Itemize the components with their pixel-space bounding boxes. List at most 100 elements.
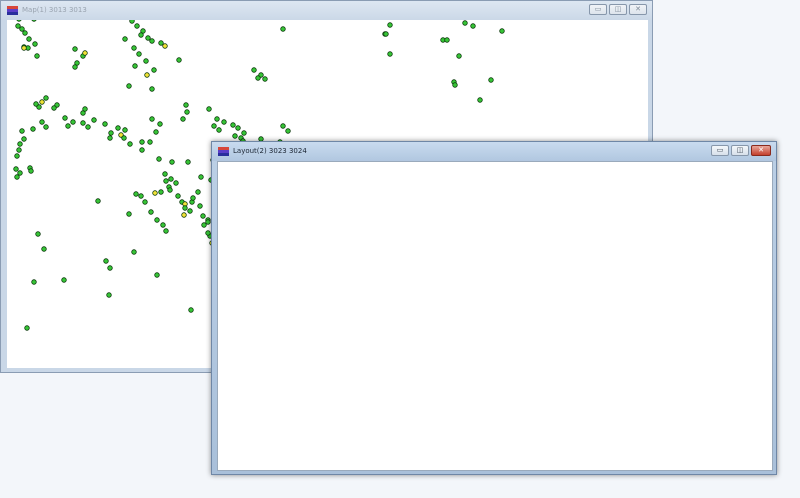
map-point [387, 22, 393, 28]
map-point [197, 203, 203, 209]
map-point [452, 82, 458, 88]
map-point [488, 77, 494, 83]
map-point [14, 153, 20, 159]
map-point [167, 187, 173, 193]
layout-canvas[interactable] [217, 161, 773, 471]
map-point [13, 166, 19, 172]
map-point [477, 97, 483, 103]
map-point [462, 20, 468, 26]
map-point [138, 32, 144, 38]
map-point [157, 121, 163, 127]
map-point [173, 180, 179, 186]
map-point [21, 136, 27, 142]
map-point [387, 51, 393, 57]
map-point [33, 101, 39, 107]
map-point [34, 53, 40, 59]
map-point [106, 292, 112, 298]
map-point [131, 249, 137, 255]
map-point [175, 193, 181, 199]
map-point [205, 219, 211, 225]
map-point [148, 209, 154, 215]
map-point [262, 76, 268, 82]
map-point [65, 123, 71, 129]
map-point [176, 57, 182, 63]
map-point [132, 63, 138, 69]
map-point [43, 95, 49, 101]
map-point [200, 213, 206, 219]
minimize-button[interactable]: ▭ [711, 145, 729, 156]
map-point [185, 159, 191, 165]
map-point [19, 128, 25, 134]
map-point [156, 156, 162, 162]
map-point [181, 212, 187, 218]
map-point [216, 127, 222, 133]
map-point [22, 30, 28, 36]
map-point [62, 115, 68, 121]
map-point [230, 122, 236, 128]
app-icon [218, 147, 229, 156]
map-point [163, 178, 169, 184]
map-point [383, 31, 389, 37]
maximize-button[interactable]: ◫ [731, 145, 749, 156]
map-point [103, 258, 109, 264]
map-window-titlebar[interactable]: Map(1) 3013 3013 ▭ ◫ ✕ [1, 1, 652, 20]
map-point [39, 119, 45, 125]
map-window-controls: ▭ ◫ ✕ [589, 4, 647, 15]
map-point [82, 50, 88, 56]
map-point [91, 117, 97, 123]
map-point [205, 230, 211, 236]
map-point [255, 75, 261, 81]
map-point [115, 125, 121, 131]
map-point [139, 147, 145, 153]
map-point [108, 130, 114, 136]
layout-window-titlebar[interactable]: Layout(2) 3023 3024 ▭ ◫ ✕ [212, 142, 776, 161]
map-point [17, 141, 23, 147]
map-point [16, 147, 22, 153]
map-point [122, 127, 128, 133]
map-point [214, 116, 220, 122]
map-point [158, 189, 164, 195]
map-point [144, 72, 150, 78]
map-point [180, 116, 186, 122]
map-point [82, 106, 88, 112]
map-point [17, 170, 23, 176]
map-point [160, 222, 166, 228]
map-point [162, 43, 168, 49]
map-point [153, 129, 159, 135]
map-point [280, 26, 286, 32]
close-button[interactable]: ✕ [629, 4, 647, 15]
map-point [169, 159, 175, 165]
map-point [72, 46, 78, 52]
minimize-button[interactable]: ▭ [589, 4, 607, 15]
map-point [16, 20, 22, 22]
map-point [26, 36, 32, 42]
map-point [43, 124, 49, 130]
map-point [133, 191, 139, 197]
layout-window[interactable]: Layout(2) 3023 3024 ▭ ◫ ✕ [211, 141, 777, 475]
map-point [154, 272, 160, 278]
map-point [127, 141, 133, 147]
map-point [198, 174, 204, 180]
map-point [188, 307, 194, 313]
map-point [470, 23, 476, 29]
map-point [14, 174, 20, 180]
map-point [126, 83, 132, 89]
map-point [122, 36, 128, 42]
map-point [187, 208, 193, 214]
map-point [499, 28, 505, 34]
map-point [241, 130, 247, 136]
map-point [138, 193, 144, 199]
maximize-button[interactable]: ◫ [609, 4, 627, 15]
map-point [41, 246, 47, 252]
map-point [145, 35, 151, 41]
map-point [149, 38, 155, 44]
map-point [85, 124, 91, 130]
map-point [134, 23, 140, 29]
map-window-title: Map(1) 3013 3013 [22, 6, 87, 14]
layout-window-title: Layout(2) 3023 3024 [233, 147, 307, 155]
map-point [149, 86, 155, 92]
map-point [39, 99, 45, 105]
close-button[interactable]: ✕ [751, 145, 771, 156]
map-point [232, 133, 238, 139]
map-point [285, 128, 291, 134]
